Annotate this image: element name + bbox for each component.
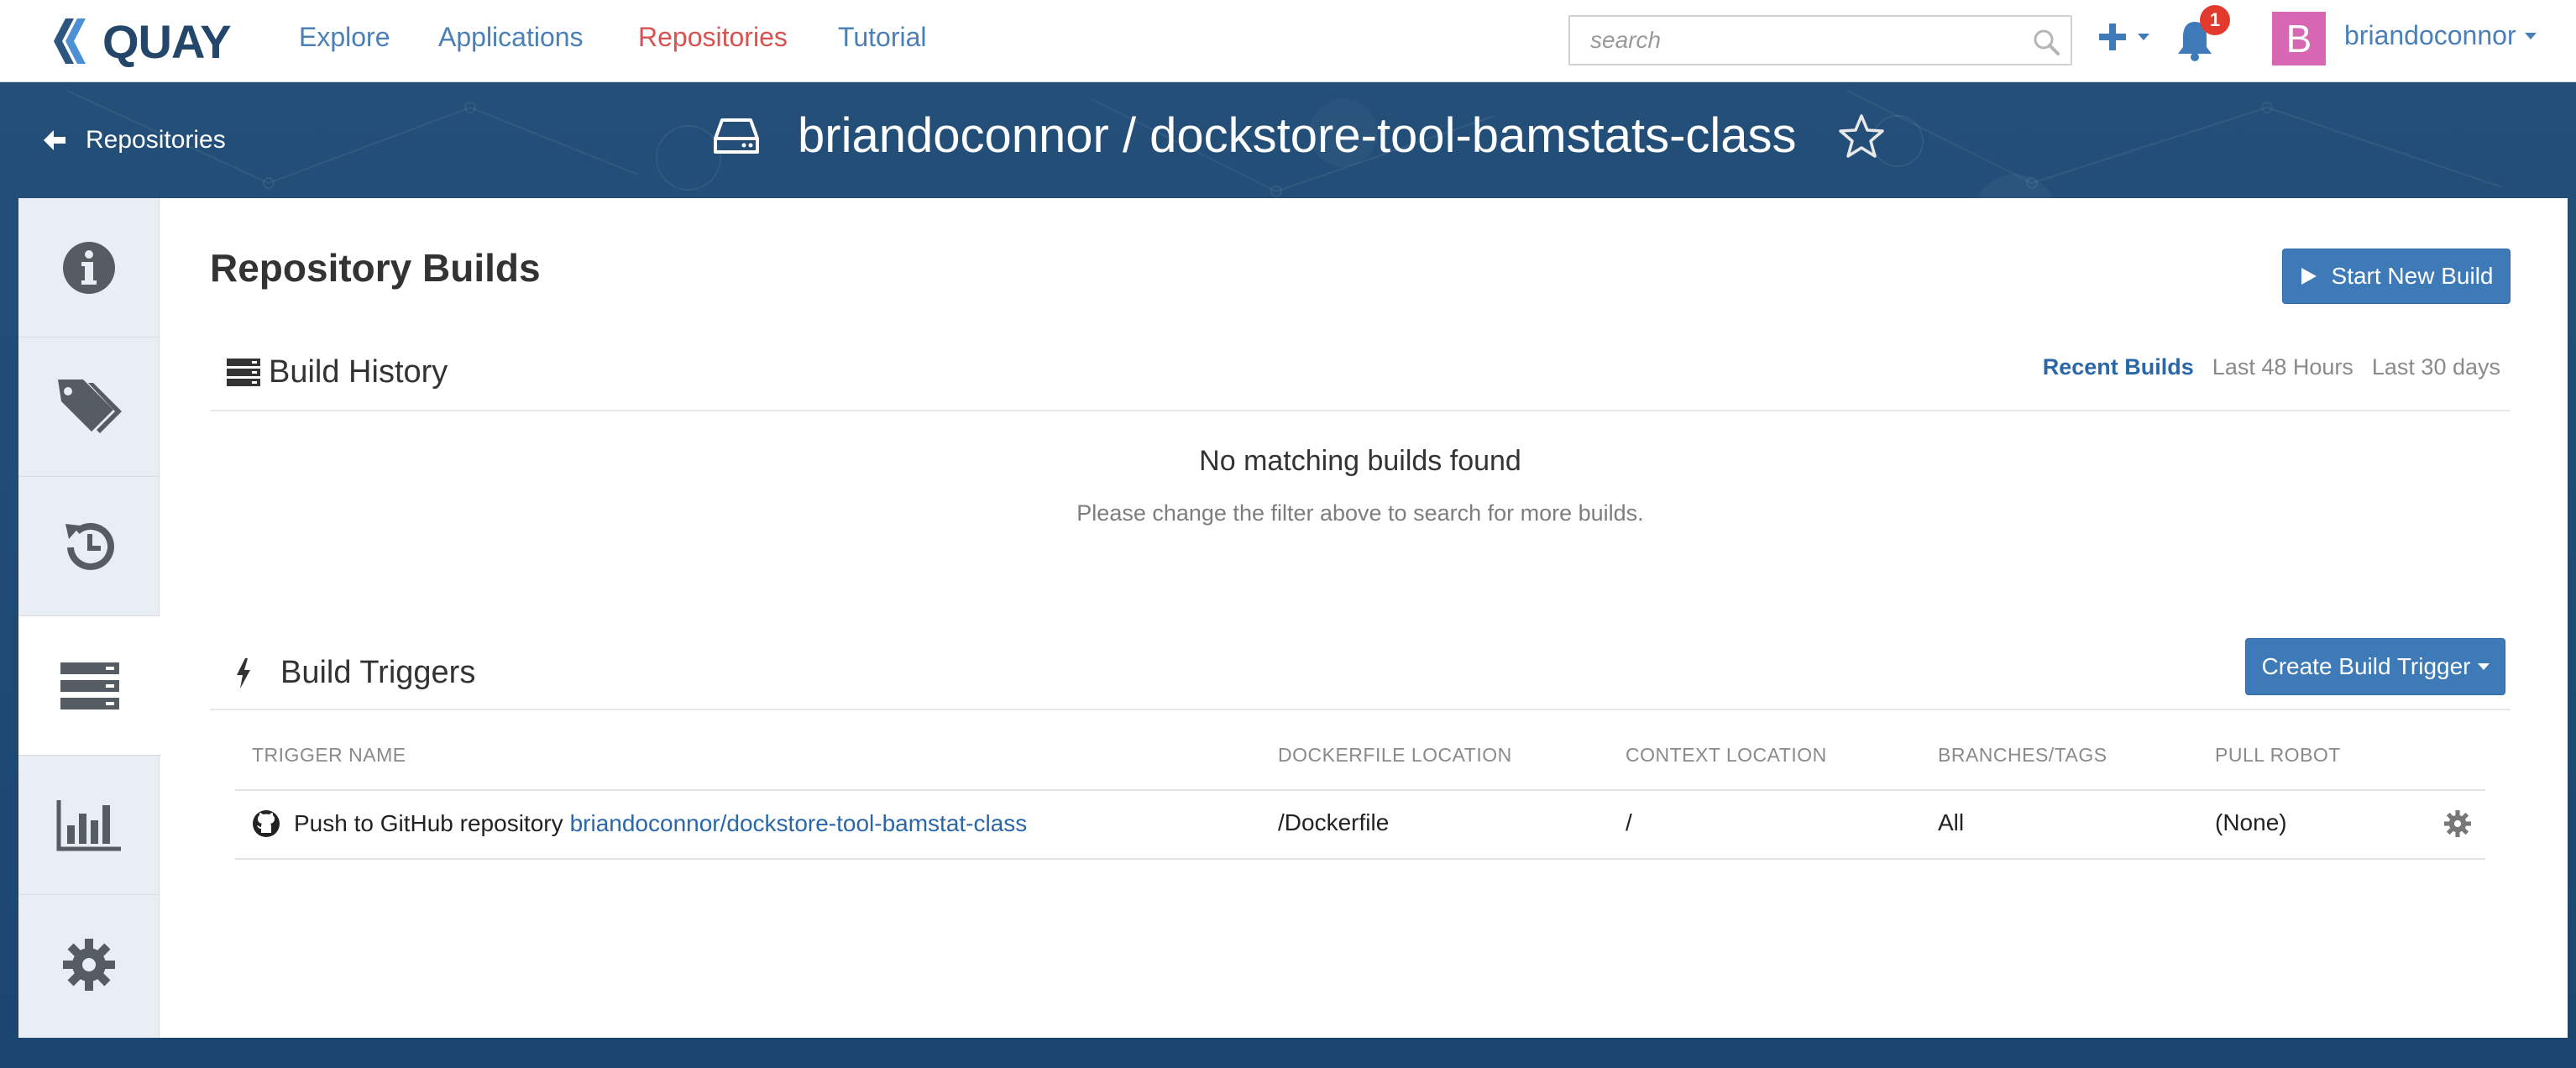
column-header-context-location: CONTEXT LOCATION [1626, 744, 1827, 766]
repository-panel: Repository Builds Start New Build Build … [18, 198, 2568, 1038]
info-icon [63, 241, 115, 294]
builds-icon [227, 358, 260, 386]
divider [235, 858, 2485, 860]
usage-chart-icon [56, 799, 121, 851]
repo-sidebar [18, 198, 161, 1038]
build-history-heading: Build History [227, 354, 448, 390]
chevron-down-icon [2524, 32, 2537, 39]
back-link-label: Repositories [86, 126, 226, 154]
arrow-left-icon [44, 130, 65, 150]
hard-drive-icon [714, 118, 759, 154]
create-build-trigger-button[interactable]: Create Build Trigger [2245, 638, 2505, 695]
tags-icon [58, 379, 122, 433]
trigger-settings-gear-icon[interactable] [2443, 809, 2472, 838]
user-avatar[interactable]: B [2272, 12, 2326, 65]
start-new-build-label: Start New Build [2331, 263, 2494, 289]
empty-state-subtitle: Please change the filter above to search… [1076, 500, 1644, 526]
nav-explore[interactable]: Explore [299, 22, 390, 53]
context-location-cell: / [1626, 809, 1632, 835]
builds-icon [60, 662, 119, 709]
quay-logo[interactable]: QUAY [45, 14, 232, 68]
chevron-down-icon [2138, 34, 2149, 40]
trigger-description: Push to GitHub repository [294, 810, 563, 836]
filter-last-30-days[interactable]: Last 30 days [2372, 354, 2500, 380]
page-title: Repository Builds [210, 246, 541, 290]
plus-icon [2099, 24, 2126, 50]
column-header-pull-robot: PULL ROBOT [2215, 744, 2341, 766]
divider [210, 410, 2511, 411]
search-icon[interactable] [2032, 28, 2060, 56]
top-navbar: QUAY Explore Applications Repositories T… [0, 0, 2576, 82]
builds-content: Repository Builds Start New Build Build … [160, 198, 2568, 1038]
branches-tags-cell: All [1938, 809, 1965, 835]
sidebar-item-history[interactable] [18, 477, 160, 616]
column-header-dockerfile-location: DOCKERFILE LOCATION [1278, 744, 1512, 766]
star-icon[interactable] [1837, 113, 1886, 160]
column-header-trigger-name: TRIGGER NAME [252, 744, 406, 766]
settings-gear-icon [63, 939, 115, 991]
sidebar-item-builds[interactable] [18, 616, 161, 756]
start-new-build-button[interactable]: Start New Build [2282, 249, 2511, 304]
empty-state-title: No matching builds found [1199, 445, 1521, 477]
trigger-name-cell: Push to GitHub repository briandoconnor/… [252, 809, 1027, 838]
divider [210, 709, 2511, 710]
quay-logo-icon [54, 18, 86, 64]
sidebar-item-usage-logs[interactable] [18, 756, 160, 895]
nav-tutorial[interactable]: Tutorial [838, 22, 927, 53]
bolt-icon [237, 657, 250, 688]
build-triggers-title: Build Triggers [280, 655, 476, 690]
nav-applications[interactable]: Applications [438, 22, 584, 53]
notification-count-badge: 1 [2200, 5, 2230, 35]
sidebar-item-information[interactable] [18, 198, 160, 338]
github-icon [253, 810, 280, 837]
repo-name: briandoconnor / dockstore-tool-bamstats-… [798, 108, 1797, 163]
history-icon [65, 522, 114, 570]
dockerfile-location-cell: /Dockerfile [1278, 809, 1390, 835]
search-input[interactable] [1570, 17, 2071, 64]
filter-recent-builds[interactable]: Recent Builds [2043, 354, 2194, 380]
create-new-menu[interactable] [2096, 20, 2149, 54]
pull-robot-cell: (None) [2215, 809, 2287, 835]
divider [235, 789, 2485, 791]
brand-name: QUAY [102, 14, 232, 68]
create-build-trigger-label: Create Build Trigger [2261, 653, 2471, 679]
back-to-repositories-link[interactable]: Repositories [42, 126, 226, 154]
column-header-branches-tags: BRANCHES/TAGS [1938, 744, 2107, 766]
sidebar-item-settings[interactable] [18, 895, 160, 1034]
repository-title: briandoconnor / dockstore-tool-bamstats-… [714, 107, 1886, 164]
search-box [1568, 15, 2072, 65]
build-filter-links: Recent Builds Last 48 Hours Last 30 days [2043, 354, 2500, 380]
nav-repositories[interactable]: Repositories [638, 22, 788, 53]
github-repo-link[interactable]: briandoconnor/dockstore-tool-bamstat-cla… [570, 810, 1028, 836]
chevron-down-icon [2477, 663, 2490, 670]
sidebar-item-tags[interactable] [18, 338, 160, 477]
username-label: briandoconnor [2344, 20, 2516, 50]
filter-last-48-hours[interactable]: Last 48 Hours [2212, 354, 2353, 380]
build-triggers-heading: Build Triggers [235, 655, 475, 691]
play-icon [2301, 268, 2317, 285]
build-history-title: Build History [269, 354, 448, 390]
user-menu[interactable]: briandoconnor [2344, 20, 2537, 51]
